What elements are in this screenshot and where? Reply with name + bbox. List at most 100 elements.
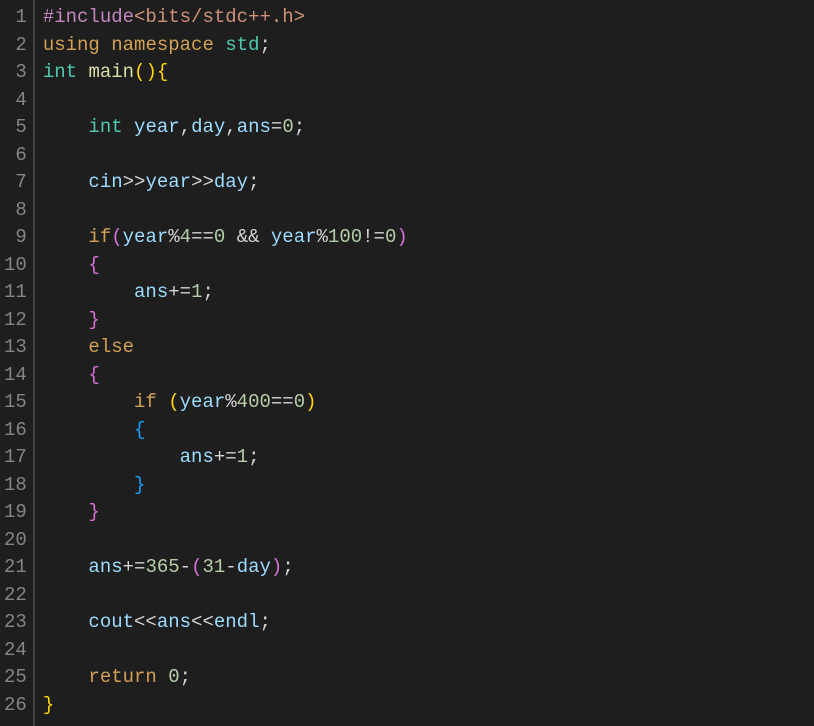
line-number: 16 bbox=[4, 417, 27, 445]
code-token bbox=[157, 391, 168, 413]
code-line[interactable]: } bbox=[43, 307, 408, 335]
code-line[interactable]: else bbox=[43, 334, 408, 362]
code-token: ; bbox=[248, 446, 259, 468]
code-line[interactable]: ans+=365-(31-day); bbox=[43, 554, 408, 582]
code-token bbox=[214, 34, 225, 56]
code-line[interactable] bbox=[43, 87, 408, 115]
code-token: year bbox=[271, 226, 317, 248]
code-line[interactable] bbox=[43, 637, 408, 665]
code-line[interactable]: { bbox=[43, 362, 408, 390]
line-number: 15 bbox=[4, 389, 27, 417]
code-token: % bbox=[225, 391, 236, 413]
code-token bbox=[43, 281, 134, 303]
code-token bbox=[43, 611, 89, 633]
line-number: 21 bbox=[4, 554, 27, 582]
code-token bbox=[43, 391, 134, 413]
code-token: year bbox=[134, 116, 180, 138]
code-token: year bbox=[180, 391, 226, 413]
code-token: 0 bbox=[282, 116, 293, 138]
code-area[interactable]: #include<bits/stdc++.h>using namespace s… bbox=[35, 0, 408, 726]
code-token: += bbox=[214, 446, 237, 468]
line-number: 3 bbox=[4, 59, 27, 87]
code-token: >> bbox=[191, 171, 214, 193]
line-number: 23 bbox=[4, 609, 27, 637]
code-line[interactable]: } bbox=[43, 692, 408, 720]
code-token: } bbox=[88, 501, 99, 523]
line-number: 9 bbox=[4, 224, 27, 252]
code-token: << bbox=[134, 611, 157, 633]
code-token: ; bbox=[202, 281, 213, 303]
code-token: ( bbox=[111, 226, 122, 248]
code-token: , bbox=[180, 116, 191, 138]
code-editor[interactable]: 1234567891011121314151617181920212223242… bbox=[0, 0, 814, 726]
code-token: using bbox=[43, 34, 100, 56]
line-number: 26 bbox=[4, 692, 27, 720]
code-line[interactable] bbox=[43, 197, 408, 225]
code-line[interactable]: ans+=1; bbox=[43, 444, 408, 472]
code-token: && bbox=[237, 226, 260, 248]
code-token: if bbox=[88, 226, 111, 248]
code-line[interactable]: } bbox=[43, 472, 408, 500]
line-number-gutter: 1234567891011121314151617181920212223242… bbox=[0, 0, 35, 726]
code-token bbox=[43, 446, 180, 468]
code-line[interactable]: } bbox=[43, 499, 408, 527]
code-token: ( bbox=[168, 391, 179, 413]
code-token bbox=[100, 34, 111, 56]
code-token: 400 bbox=[237, 391, 271, 413]
code-token: if bbox=[134, 391, 157, 413]
code-line[interactable]: return 0; bbox=[43, 664, 408, 692]
code-line[interactable]: #include<bits/stdc++.h> bbox=[43, 4, 408, 32]
code-line[interactable]: cout<<ans<<endl; bbox=[43, 609, 408, 637]
code-token: 1 bbox=[237, 446, 248, 468]
code-token bbox=[225, 226, 236, 248]
code-token: = bbox=[271, 116, 282, 138]
line-number: 13 bbox=[4, 334, 27, 362]
code-line[interactable]: int main(){ bbox=[43, 59, 408, 87]
code-token: ; bbox=[180, 666, 191, 688]
code-token bbox=[43, 474, 134, 496]
line-number: 5 bbox=[4, 114, 27, 142]
code-token: , bbox=[225, 116, 236, 138]
line-number: 10 bbox=[4, 252, 27, 280]
code-token: >> bbox=[123, 171, 146, 193]
code-token bbox=[157, 666, 168, 688]
code-token: 365 bbox=[145, 556, 179, 578]
code-line[interactable]: { bbox=[43, 252, 408, 280]
code-token: ; bbox=[259, 611, 270, 633]
code-token: else bbox=[88, 336, 134, 358]
code-token bbox=[43, 226, 89, 248]
line-number: 25 bbox=[4, 664, 27, 692]
line-number: 7 bbox=[4, 169, 27, 197]
code-token: 0 bbox=[294, 391, 305, 413]
line-number: 20 bbox=[4, 527, 27, 555]
line-number: 17 bbox=[4, 444, 27, 472]
code-line[interactable] bbox=[43, 142, 408, 170]
code-line[interactable]: if (year%400==0) bbox=[43, 389, 408, 417]
code-token: == bbox=[271, 391, 294, 413]
code-token bbox=[43, 309, 89, 331]
code-line[interactable]: { bbox=[43, 417, 408, 445]
code-line[interactable]: ans+=1; bbox=[43, 279, 408, 307]
code-token bbox=[43, 116, 89, 138]
line-number: 14 bbox=[4, 362, 27, 390]
code-line[interactable] bbox=[43, 527, 408, 555]
code-token: int bbox=[43, 61, 77, 83]
code-line[interactable]: if(year%4==0 && year%100!=0) bbox=[43, 224, 408, 252]
code-token: std bbox=[225, 34, 259, 56]
code-token: 0 bbox=[168, 666, 179, 688]
code-line[interactable] bbox=[43, 582, 408, 610]
code-token bbox=[43, 171, 89, 193]
code-line[interactable]: cin>>year>>day; bbox=[43, 169, 408, 197]
code-line[interactable]: int year,day,ans=0; bbox=[43, 114, 408, 142]
code-line[interactable]: using namespace std; bbox=[43, 32, 408, 60]
code-token: ans bbox=[180, 446, 214, 468]
code-token bbox=[43, 501, 89, 523]
line-number: 4 bbox=[4, 87, 27, 115]
code-token: ) bbox=[271, 556, 282, 578]
code-token: - bbox=[180, 556, 191, 578]
code-token: <bits/stdc++.h> bbox=[134, 6, 305, 28]
code-token: namespace bbox=[111, 34, 214, 56]
code-token: += bbox=[168, 281, 191, 303]
code-token: main bbox=[88, 61, 134, 83]
line-number: 1 bbox=[4, 4, 27, 32]
